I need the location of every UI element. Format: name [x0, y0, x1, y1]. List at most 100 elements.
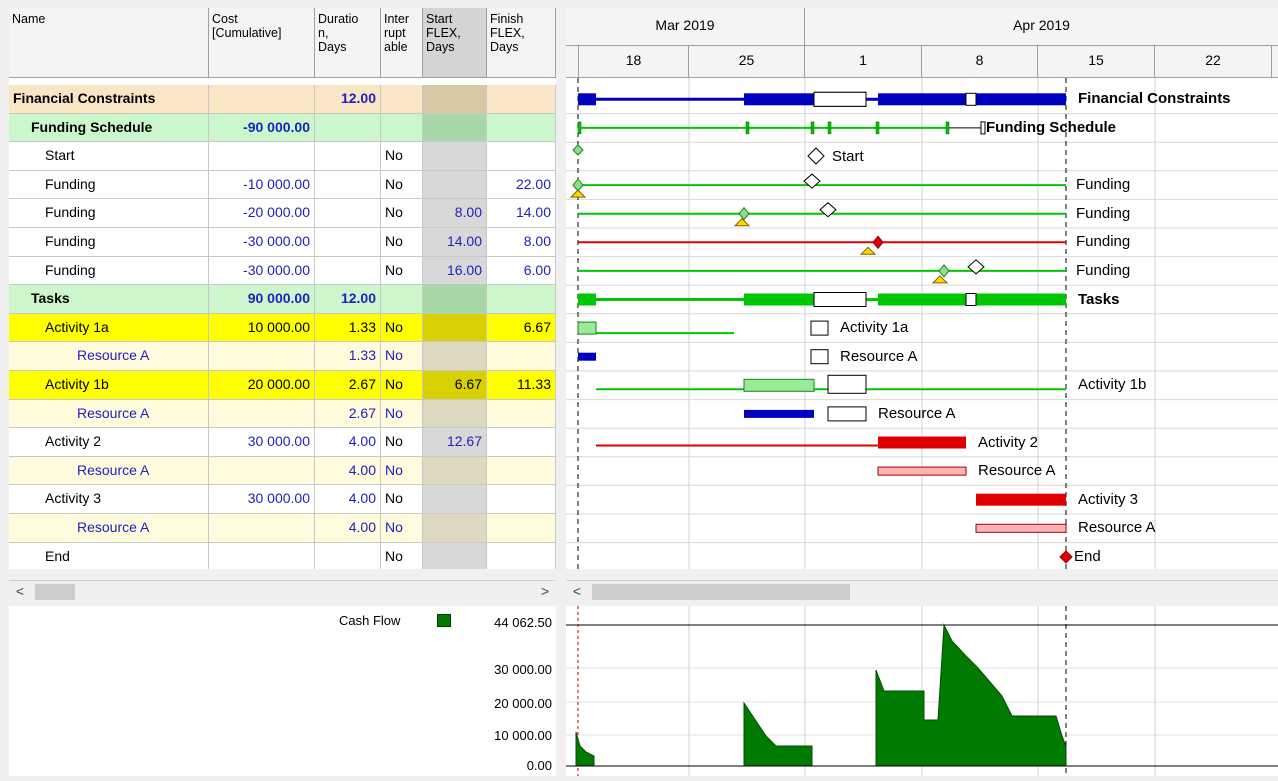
- cell-name: Funding: [9, 256, 209, 285]
- column-header-finish-flex[interactable]: Finish FLEX, Days: [487, 8, 556, 78]
- cell-start-flex: [423, 285, 487, 313]
- grid-row[interactable]: Activity 3 30 000.00 4.00 No: [9, 485, 556, 514]
- gantt-label: Resource A: [978, 462, 1056, 480]
- gantt-bar-label: Activity 1b: [1078, 376, 1147, 394]
- grid-row[interactable]: Funding -30 000.00 No 14.00 8.00: [9, 228, 556, 257]
- column-header-interruptable[interactable]: Inter rupt able: [381, 8, 423, 78]
- activity-bar: [878, 436, 966, 449]
- cell-finish-flex: 6.67: [487, 313, 556, 342]
- funding-tick: [827, 121, 832, 135]
- grid-row[interactable]: Resource A 2.67 No: [9, 399, 556, 429]
- cell-start-flex: [423, 342, 487, 370]
- grid-row[interactable]: Tasks 90 000.00 12.00: [9, 285, 556, 314]
- grid-row[interactable]: Resource A 4.00 No: [9, 514, 556, 543]
- cashflow-max-label: 44 062.50: [494, 615, 552, 630]
- cell-start-flex: 12.67: [423, 428, 487, 456]
- cell-name: Funding: [9, 228, 209, 256]
- cell-interruptable: No: [381, 142, 423, 170]
- grid-scroll-thumb[interactable]: [35, 584, 75, 600]
- gantt-bar-label: Resource A: [878, 404, 956, 422]
- gantt-bar-label: Funding Schedule: [986, 118, 1116, 136]
- start-target-diamond: [807, 147, 825, 165]
- grid-row[interactable]: Activity 2 30 000.00 4.00 No 12.67: [9, 428, 556, 457]
- grid-row[interactable]: Funding Schedule -90 000.00: [9, 113, 556, 143]
- grid-row[interactable]: Resource A 4.00 No: [9, 456, 556, 486]
- gantt-label: Tasks: [1078, 291, 1119, 309]
- column-header-cost[interactable]: Cost [Cumulative]: [209, 8, 315, 78]
- gantt-label: Resource A: [878, 405, 956, 423]
- cell-finish-flex: [487, 514, 556, 542]
- cell-name: Tasks: [9, 285, 209, 313]
- gantt-scroll-left-arrow-icon[interactable]: <: [566, 581, 588, 603]
- cell-start-flex: [423, 113, 487, 142]
- cell-interruptable: No: [381, 342, 423, 370]
- cell-name: Resource A: [9, 399, 209, 428]
- funding-end-marker: [980, 121, 986, 135]
- cell-interruptable: No: [381, 256, 423, 285]
- cell-start-flex: [423, 142, 487, 170]
- gantt-label: Funding Schedule: [986, 119, 1116, 137]
- grid-row[interactable]: Activity 1a 10 000.00 1.33 No 6.67: [9, 313, 556, 343]
- gantt-bar-label: End: [1074, 547, 1101, 565]
- cashflow-legend-label: Cash Flow: [339, 613, 401, 628]
- cell-duration: [315, 228, 381, 256]
- cell-duration: [315, 170, 381, 199]
- funding-diamond: [572, 178, 584, 192]
- grid-row[interactable]: Start No: [9, 142, 556, 171]
- gantt-bar-label: Resource A: [978, 462, 1056, 480]
- cell-start-flex: [423, 85, 487, 113]
- grid-row[interactable]: Funding -10 000.00 No 22.00: [9, 170, 556, 200]
- grid-hscrollbar[interactable]: < >: [9, 580, 556, 602]
- cell-cost: 30 000.00: [209, 428, 315, 456]
- scroll-right-arrow-icon[interactable]: >: [534, 581, 556, 603]
- cell-name: Start: [9, 142, 209, 170]
- cell-cost: -30 000.00: [209, 228, 315, 256]
- cell-duration: [315, 542, 381, 569]
- cell-finish-flex: [487, 428, 556, 456]
- grid-row[interactable]: Funding -20 000.00 No 8.00 14.00: [9, 199, 556, 228]
- cell-start-flex: 16.00: [423, 256, 487, 285]
- target-box: [810, 349, 829, 365]
- scroll-left-arrow-icon[interactable]: <: [9, 581, 31, 603]
- cell-duration: 1.33: [315, 342, 381, 370]
- cell-start-flex: [423, 313, 487, 342]
- grid-row[interactable]: End No: [9, 542, 556, 569]
- cell-finish-flex: 14.00: [487, 199, 556, 227]
- cell-duration: 4.00: [315, 514, 381, 542]
- grid-row[interactable]: Funding -30 000.00 No 16.00 6.00: [9, 256, 556, 286]
- cell-cost: [209, 142, 315, 170]
- grid-row[interactable]: Resource A 1.33 No: [9, 342, 556, 371]
- funding-diamond: [938, 264, 950, 278]
- cashflow-chart: [566, 606, 1278, 776]
- constraint-triangle: [733, 217, 751, 227]
- timeline-header: Mar 2019 Apr 2019 18 25 1 8 15 22: [566, 8, 1278, 78]
- gantt-hscrollbar[interactable]: <: [566, 580, 1278, 602]
- resource-bar: [578, 352, 596, 361]
- gantt-bar-label: Activity 3: [1078, 490, 1139, 508]
- cell-interruptable: No: [381, 228, 423, 256]
- gantt-label: Activity 2: [978, 434, 1038, 452]
- cell-cost: [209, 542, 315, 569]
- task-grid: Name Cost [Cumulative] Duratio n, Days Inte…: [9, 8, 556, 569]
- start-diamond: [572, 144, 584, 156]
- gantt-bars: [566, 78, 1278, 569]
- column-header-start-flex[interactable]: Start FLEX, Days: [423, 8, 487, 78]
- gantt-bar-label: Resource A: [840, 347, 918, 365]
- gantt-scroll-thumb[interactable]: [592, 584, 850, 600]
- funding-diamond: [872, 235, 884, 250]
- summary-bar: [878, 293, 966, 306]
- column-header-name[interactable]: Name: [9, 8, 209, 78]
- column-header-duration[interactable]: Duratio n, Days: [315, 8, 381, 78]
- cell-cost: 30 000.00: [209, 485, 315, 513]
- cell-interruptable: No: [381, 456, 423, 485]
- cashflow-plot: [566, 606, 1278, 776]
- target-box: [827, 374, 867, 394]
- activity-bar: [743, 378, 815, 392]
- gantt-label: Funding: [1076, 205, 1130, 223]
- grid-row[interactable]: Financial Constraints 12.00: [9, 85, 556, 114]
- cell-duration: 4.00: [315, 428, 381, 456]
- cell-finish-flex: 11.33: [487, 371, 556, 399]
- grid-row[interactable]: Activity 1b 20 000.00 2.67 No 6.67 11.33: [9, 371, 556, 400]
- cell-duration: 1.33: [315, 313, 381, 342]
- cell-duration: 4.00: [315, 456, 381, 485]
